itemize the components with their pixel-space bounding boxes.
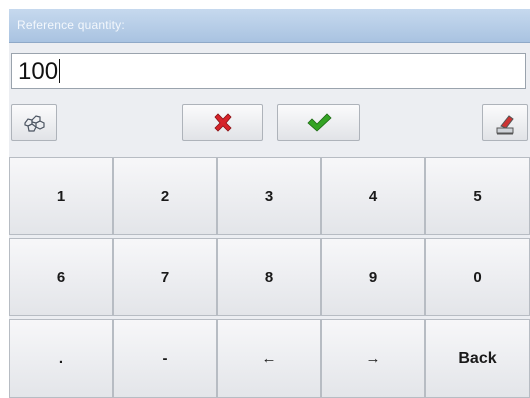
ok-button[interactable] xyxy=(277,104,360,141)
key-2[interactable]: 2 xyxy=(113,157,217,235)
key-1[interactable]: 1 xyxy=(9,157,113,235)
key-8[interactable]: 8 xyxy=(217,238,321,316)
title-bar: Reference quantity: xyxy=(9,9,530,43)
text-caret xyxy=(59,59,61,83)
key-0[interactable]: 0 xyxy=(425,238,530,316)
key-3[interactable]: 3 xyxy=(217,157,321,235)
eraser-icon xyxy=(496,114,514,134)
key-decimal-point[interactable]: . xyxy=(9,319,113,398)
key-5[interactable]: 5 xyxy=(425,157,530,235)
molecule-button[interactable] xyxy=(11,104,57,141)
key-cursor-left[interactable]: ← xyxy=(217,319,321,398)
clear-button[interactable] xyxy=(482,104,528,141)
molecule-icon xyxy=(24,114,45,132)
numeric-input-dialog: Reference quantity: 100 1 2 3 4 5 6 7 8 … xyxy=(9,9,530,398)
green-check-icon xyxy=(306,112,332,132)
dialog-title: Reference quantity: xyxy=(17,18,125,32)
key-6[interactable]: 6 xyxy=(9,238,113,316)
quantity-value: 100 xyxy=(18,58,59,85)
key-4[interactable]: 4 xyxy=(321,157,425,235)
cancel-button[interactable] xyxy=(182,104,263,141)
key-7[interactable]: 7 xyxy=(113,238,217,316)
key-backspace[interactable]: Back xyxy=(425,319,530,398)
keypad: 1 2 3 4 5 6 7 8 9 0 . - ← → Back xyxy=(9,157,530,398)
key-minus[interactable]: - xyxy=(113,319,217,398)
quantity-input[interactable]: 100 xyxy=(11,53,526,89)
key-cursor-right[interactable]: → xyxy=(321,319,425,398)
red-x-icon xyxy=(213,112,232,132)
key-9[interactable]: 9 xyxy=(321,238,425,316)
